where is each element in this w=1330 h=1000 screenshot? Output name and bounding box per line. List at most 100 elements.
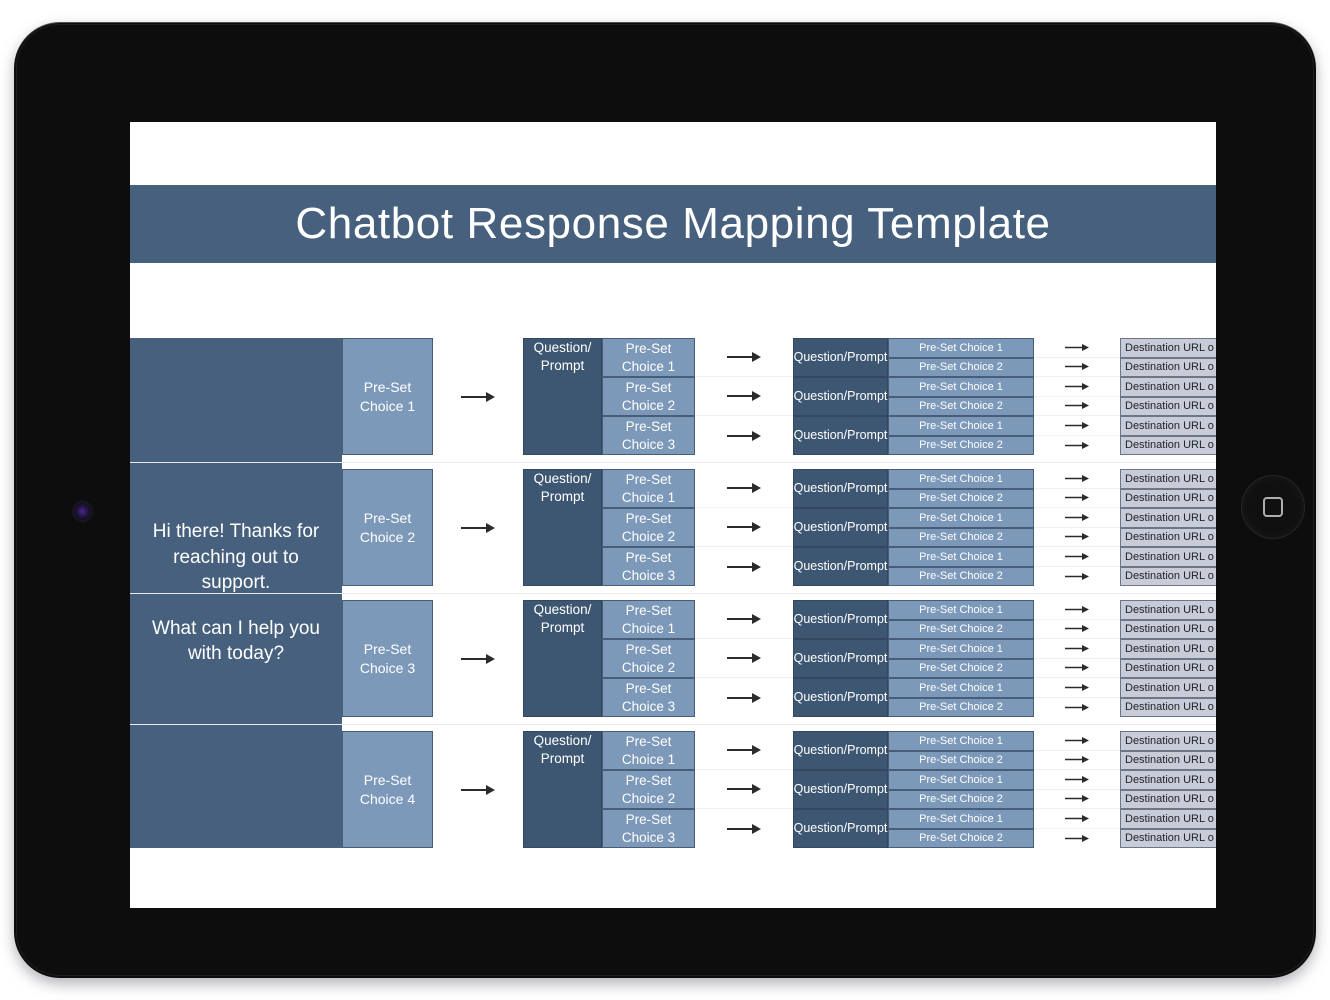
- destination-url-cell[interactable]: Destination URL o: [1120, 639, 1216, 659]
- level3-choice-cell[interactable]: Pre-Set Choice 1: [888, 469, 1034, 489]
- destination-url-cell[interactable]: Destination URL o: [1120, 508, 1216, 528]
- level2-choice-cell[interactable]: Pre-Set Choice 1: [602, 731, 695, 770]
- level3-choice-cell[interactable]: Pre-Set Choice 1: [888, 770, 1034, 790]
- destination-url-cell[interactable]: Destination URL o: [1120, 697, 1216, 717]
- prompt-line-1: Question/: [793, 612, 848, 626]
- level2-prompt-cell[interactable]: Question/Prompt: [793, 416, 888, 455]
- destination-url-cell[interactable]: Destination URL o: [1120, 338, 1216, 358]
- level2-prompt-cell[interactable]: Question/Prompt: [793, 639, 888, 678]
- level2-prompt-cell[interactable]: Question/Prompt: [793, 508, 888, 547]
- home-button[interactable]: [1242, 476, 1304, 538]
- level3-choice-cell[interactable]: Pre-Set Choice 2: [888, 619, 1034, 639]
- destination-url-cell[interactable]: Destination URL o: [1120, 547, 1216, 567]
- level1-prompt-cell[interactable]: Question/Prompt: [523, 731, 602, 848]
- destination-url-cell[interactable]: Destination URL o: [1120, 566, 1216, 586]
- level3-choice-cell[interactable]: Pre-Set Choice 2: [888, 566, 1034, 586]
- level3-choice-cell[interactable]: Pre-Set Choice 2: [888, 527, 1034, 547]
- level2-choice-cell[interactable]: Pre-Set Choice 2: [602, 508, 695, 547]
- level2-prompt-stack: Question/Prompt Question/Prompt Question/P…: [793, 600, 888, 717]
- arrow-cell-level2: [695, 678, 793, 717]
- level3-choice-cell[interactable]: Pre-Set Choice 1: [888, 508, 1034, 528]
- level3-choice-cell[interactable]: Pre-Set Choice 2: [888, 750, 1034, 770]
- level3-choice-cell[interactable]: Pre-Set Choice 2: [888, 658, 1034, 678]
- level3-choice-cell[interactable]: Pre-Set Choice 1: [888, 639, 1034, 659]
- arrow-cell-level3: [1034, 731, 1120, 751]
- level2-choice-cell[interactable]: Pre-Set Choice 3: [602, 416, 695, 455]
- level2-prompt-cell[interactable]: Question/Prompt: [793, 600, 888, 639]
- destination-url-cell[interactable]: Destination URL o: [1120, 789, 1216, 809]
- level2-prompt-cell[interactable]: Question/Prompt: [793, 377, 888, 416]
- prompt-line-1: Question/: [793, 520, 848, 534]
- destination-url-cell[interactable]: Destination URL o: [1120, 357, 1216, 377]
- level3-choice-cell[interactable]: Pre-Set Choice 2: [888, 488, 1034, 508]
- level1-prompt-cell[interactable]: Question/Prompt: [523, 469, 602, 586]
- level2-prompt-cell[interactable]: Question/Prompt: [793, 770, 888, 809]
- level2-choice-cell[interactable]: Pre-Set Choice 2: [602, 377, 695, 416]
- destination-url-cell[interactable]: Destination URL o: [1120, 600, 1216, 620]
- destination-url-cell[interactable]: Destination URL o: [1120, 435, 1216, 455]
- level3-choice-cell[interactable]: Pre-Set Choice 2: [888, 396, 1034, 416]
- arrow-stack-level3: [1034, 731, 1120, 848]
- level2-prompt-cell[interactable]: Question/Prompt: [793, 678, 888, 717]
- arrow-cell-level3: [1034, 358, 1120, 377]
- destination-url-cell[interactable]: Destination URL o: [1120, 828, 1216, 848]
- destination-url-cell[interactable]: Destination URL o: [1120, 731, 1216, 751]
- arrow-cell-level2: [695, 600, 793, 639]
- level2-prompt-cell[interactable]: Question/Prompt: [793, 338, 888, 377]
- destination-url-cell[interactable]: Destination URL o: [1120, 770, 1216, 790]
- level3-choice-cell[interactable]: Pre-Set Choice 2: [888, 828, 1034, 848]
- level1-choice-cell[interactable]: Pre-Set Choice 1: [342, 338, 433, 455]
- level3-choice-cell[interactable]: Pre-Set Choice 2: [888, 435, 1034, 455]
- arrow-cell-level2: [695, 547, 793, 586]
- prompt-line-1: Question/: [793, 389, 848, 403]
- level3-choice-cell[interactable]: Pre-Set Choice 2: [888, 697, 1034, 717]
- level2-prompt-cell[interactable]: Question/Prompt: [793, 547, 888, 586]
- destination-url-cell[interactable]: Destination URL o: [1120, 678, 1216, 698]
- level2-choice-cell[interactable]: Pre-Set Choice 2: [602, 639, 695, 678]
- level3-choice-cell[interactable]: Pre-Set Choice 2: [888, 357, 1034, 377]
- level1-prompt-cell[interactable]: Question/Prompt: [523, 338, 602, 455]
- level2-choice-cell[interactable]: Pre-Set Choice 1: [602, 600, 695, 639]
- level1-choice-cell[interactable]: Pre-Set Choice 3: [342, 600, 433, 717]
- level2-choice-cell[interactable]: Pre-Set Choice 3: [602, 678, 695, 717]
- level3-choice-cell[interactable]: Pre-Set Choice 1: [888, 416, 1034, 436]
- level2-prompt-cell[interactable]: Question/Prompt: [793, 731, 888, 770]
- prompt-line-1: Question/: [793, 559, 848, 573]
- level3-choice-cell[interactable]: Pre-Set Choice 1: [888, 809, 1034, 829]
- chatbot-flow-diagram: Hi there! Thanks for reaching out to sup…: [130, 336, 1216, 849]
- destination-url-cell[interactable]: Destination URL o: [1120, 469, 1216, 489]
- destination-url-cell[interactable]: Destination URL o: [1120, 750, 1216, 770]
- tablet-device-frame: Chatbot Response Mapping Template Hi the…: [14, 22, 1316, 978]
- prompt-line-1: Question/: [793, 481, 848, 495]
- level2-choice-cell[interactable]: Pre-Set Choice 1: [602, 469, 695, 508]
- level1-choice-cell[interactable]: Pre-Set Choice 2: [342, 469, 433, 586]
- destination-url-cell[interactable]: Destination URL o: [1120, 396, 1216, 416]
- level3-choice-cell[interactable]: Pre-Set Choice 1: [888, 731, 1034, 751]
- level3-choice-cell[interactable]: Pre-Set Choice 1: [888, 600, 1034, 620]
- level3-choice-cell[interactable]: Pre-Set Choice 1: [888, 678, 1034, 698]
- destination-url-cell[interactable]: Destination URL o: [1120, 658, 1216, 678]
- level3-choice-cell[interactable]: Pre-Set Choice 2: [888, 789, 1034, 809]
- level1-prompt-cell[interactable]: Question/Prompt: [523, 600, 602, 717]
- prompt-line-2: Prompt: [847, 782, 888, 796]
- level2-choice-cell[interactable]: Pre-Set Choice 3: [602, 547, 695, 586]
- arrow-cell-level2: [695, 377, 793, 416]
- arrow-stack-level2: [695, 469, 793, 586]
- destination-url-cell[interactable]: Destination URL o: [1120, 527, 1216, 547]
- destination-url-cell[interactable]: Destination URL o: [1120, 377, 1216, 397]
- level3-choice-cell[interactable]: Pre-Set Choice 1: [888, 338, 1034, 358]
- arrow-cell-level3: [1034, 639, 1120, 659]
- destination-url-cell[interactable]: Destination URL o: [1120, 619, 1216, 639]
- destination-url-cell[interactable]: Destination URL o: [1120, 488, 1216, 508]
- level2-prompt-cell[interactable]: Question/Prompt: [793, 469, 888, 508]
- arrow-cell-level3: [1034, 547, 1120, 567]
- level2-prompt-cell[interactable]: Question/Prompt: [793, 809, 888, 848]
- level2-choice-cell[interactable]: Pre-Set Choice 2: [602, 770, 695, 809]
- destination-url-cell[interactable]: Destination URL o: [1120, 809, 1216, 829]
- level3-choice-cell[interactable]: Pre-Set Choice 1: [888, 377, 1034, 397]
- level3-choice-cell[interactable]: Pre-Set Choice 1: [888, 547, 1034, 567]
- level2-choice-cell[interactable]: Pre-Set Choice 1: [602, 338, 695, 377]
- level1-choice-cell[interactable]: Pre-Set Choice 4: [342, 731, 433, 848]
- level2-choice-cell[interactable]: Pre-Set Choice 3: [602, 809, 695, 848]
- destination-url-cell[interactable]: Destination URL o: [1120, 416, 1216, 436]
